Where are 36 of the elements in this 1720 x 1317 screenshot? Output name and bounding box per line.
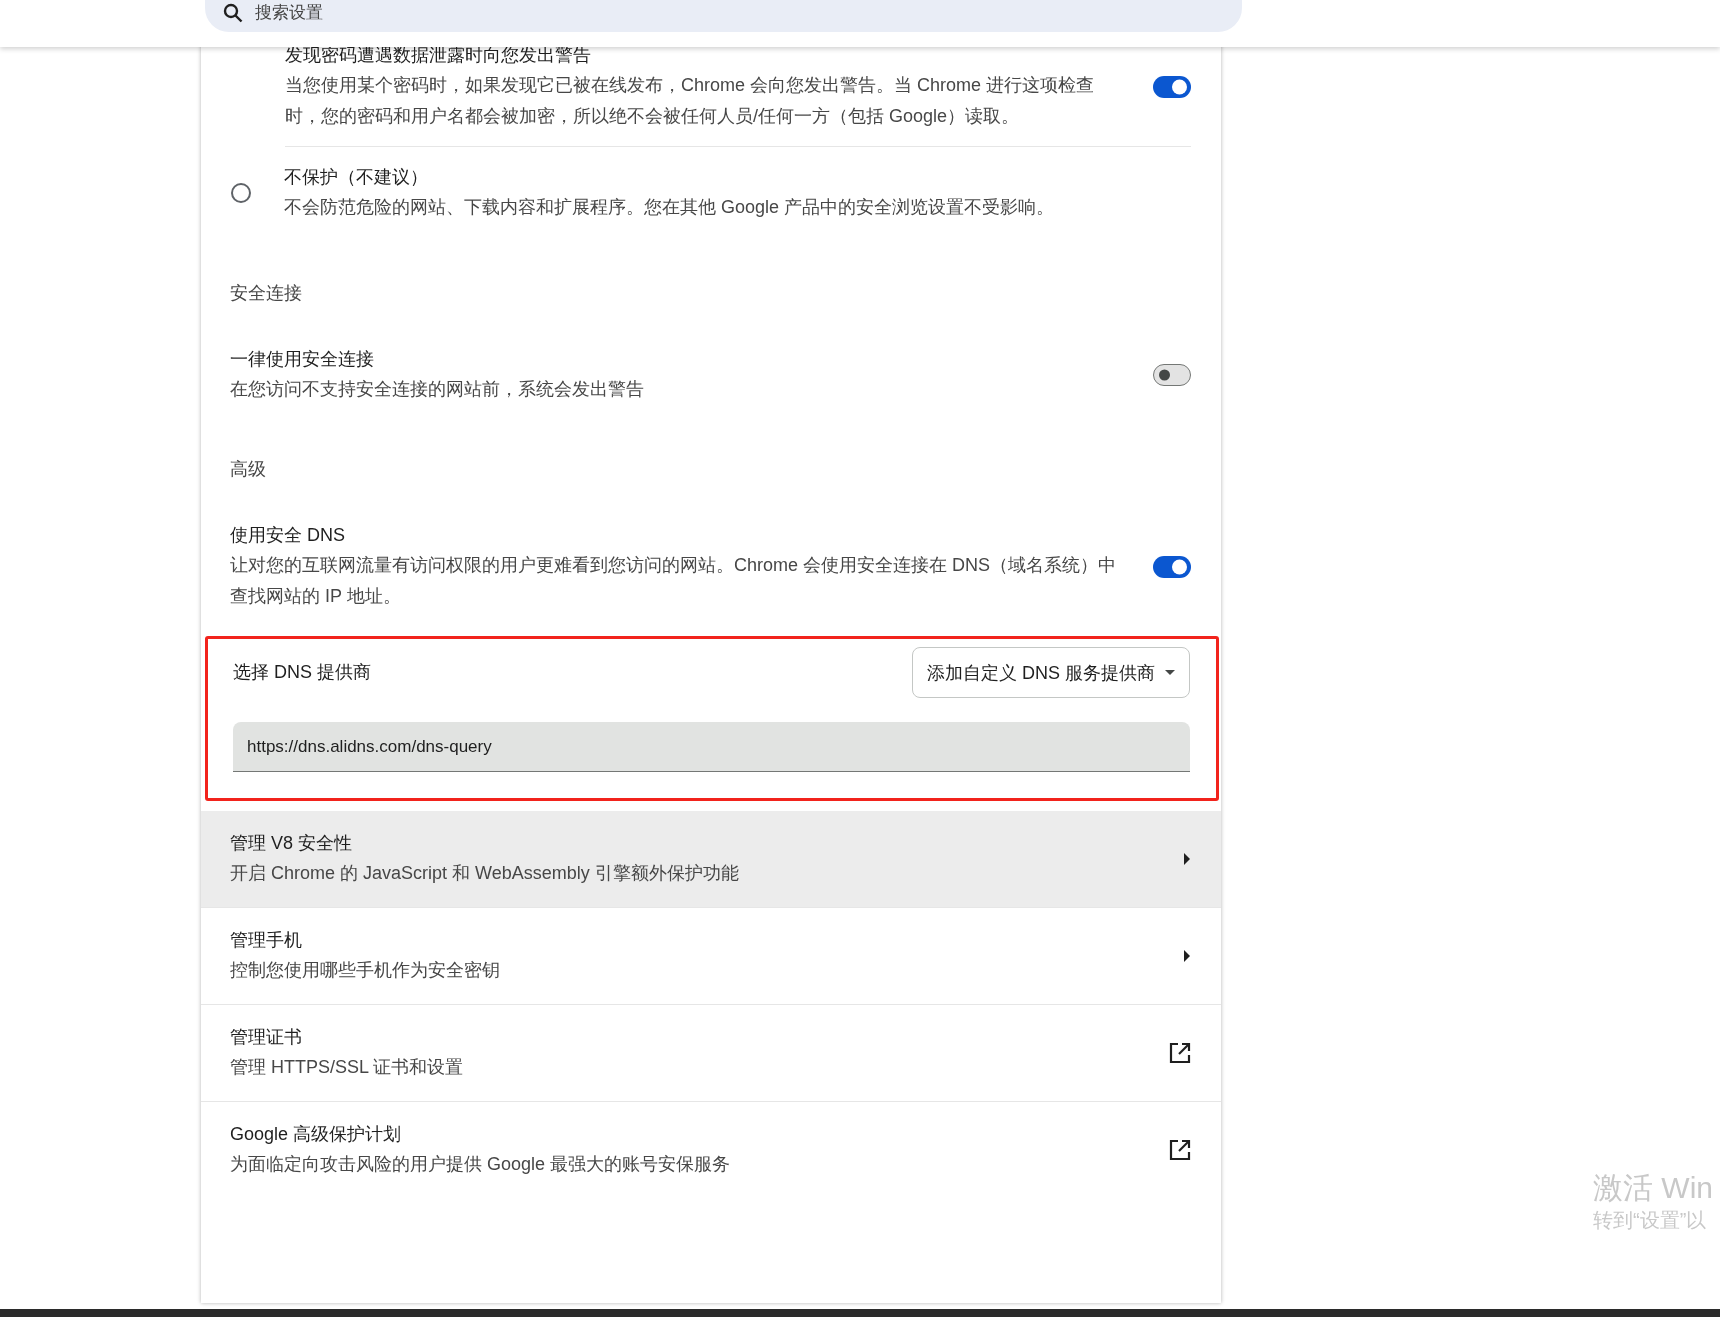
link-row[interactable]: 管理证书 管理 HTTPS/SSL 证书和设置 bbox=[201, 1004, 1221, 1101]
setting-description: 在您访问不支持安全连接的网站前，系统会发出警告 bbox=[230, 378, 645, 401]
link-description: 控制您使用哪些手机作为安全密钥 bbox=[230, 959, 501, 982]
caret-down-icon bbox=[1165, 670, 1175, 675]
link-description: 开启 Chrome 的 JavaScript 和 WebAssembly 引擎额外保护功能 bbox=[230, 862, 740, 885]
external-link-icon[interactable] bbox=[1169, 1139, 1191, 1161]
toggle-switch[interactable] bbox=[1153, 555, 1191, 578]
dns-provider-dropdown[interactable]: 添加自定义 DNS 服务提供商 bbox=[912, 647, 1190, 698]
caret-right-icon bbox=[1183, 853, 1191, 865]
section-heading: 高级 bbox=[229, 458, 267, 481]
setting-title: 发现密码遭遇数据泄露时向您发出警告 bbox=[285, 44, 592, 67]
link-description: 管理 HTTPS/SSL 证书和设置 bbox=[230, 1056, 465, 1079]
link-title: 管理 V8 安全性 bbox=[230, 832, 354, 855]
setting-description: 让对您的互联网流量有访问权限的用户更难看到您访问的网站。Chrome 会使用安全连接在 DNS（域名系统）中查找网站的 IP 地址。 bbox=[230, 554, 1118, 608]
link-title: 管理证书 bbox=[230, 1026, 303, 1049]
toggle-switch[interactable] bbox=[1153, 75, 1191, 98]
search-field[interactable]: 搜索设置 bbox=[205, 0, 1242, 32]
option-title: 不保护（不建议） bbox=[284, 166, 429, 189]
caret-right-icon bbox=[1183, 950, 1191, 962]
link-title: Google 高级保护计划 bbox=[230, 1123, 403, 1146]
link-row[interactable]: 管理手机 控制您使用哪些手机作为安全密钥 bbox=[201, 907, 1221, 1004]
radio-button[interactable] bbox=[231, 183, 251, 203]
setting-description: 当您使用某个密码时，如果发现它已被在线发布，Chrome 会向您发出警告。当 Chrome 进行这项检查时，您的密码和用户名都会被加密，所以绝不会被任何人员/任何一方（包括 Google）读取。 bbox=[285, 74, 1096, 128]
link-row[interactable]: 管理 V8 安全性 开启 Chrome 的 JavaScript 和 WebAssembly 引擎额外保护功能 bbox=[201, 811, 1221, 907]
dns-provider-label: 选择 DNS 提供商 bbox=[233, 661, 371, 684]
external-link-icon[interactable] bbox=[1169, 1042, 1191, 1064]
section-heading: 安全连接 bbox=[229, 282, 303, 305]
search-icon bbox=[223, 3, 243, 23]
link-description: 为面临定向攻击风险的用户提供 Google 最强大的账号安保服务 bbox=[230, 1153, 732, 1176]
dns-url-field[interactable]: https://dns.alidns.com/dns-query bbox=[233, 722, 1190, 772]
toggle-switch[interactable] bbox=[1153, 364, 1191, 386]
setting-title: 一律使用安全连接 bbox=[230, 348, 375, 371]
link-title: 管理手机 bbox=[230, 929, 303, 952]
option-description: 不会防范危险的网站、下载内容和扩展程序。您在其他 Google 产品中的安全浏览设置不受影响。 bbox=[284, 196, 1056, 219]
setting-title: 使用安全 DNS bbox=[230, 524, 346, 547]
link-row[interactable]: Google 高级保护计划 为面临定向攻击风险的用户提供 Google 最强大的账号安保服务 bbox=[201, 1101, 1221, 1198]
